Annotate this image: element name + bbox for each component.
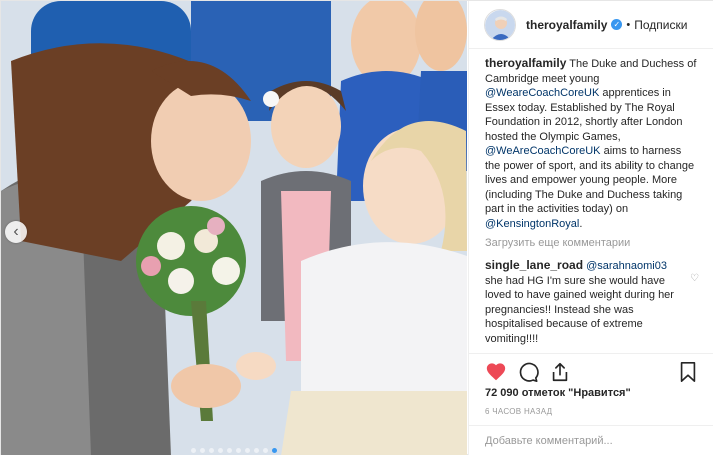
carousel-dot[interactable] <box>236 448 241 453</box>
action-bar <box>469 353 713 389</box>
carousel-dot[interactable] <box>227 448 232 453</box>
post-photo[interactable]: ‹ <box>1 1 467 455</box>
add-comment-bar <box>469 425 713 455</box>
caption-text: . <box>579 217 583 230</box>
avatar[interactable] <box>484 8 516 41</box>
follow-button[interactable]: Подписки <box>634 18 687 32</box>
header-username[interactable]: theroyalfamily <box>526 18 607 32</box>
post-side-panel: theroyalfamily ✓ • Подписки theroyalfami… <box>468 1 713 455</box>
carousel-dot[interactable] <box>209 448 214 453</box>
comment-input[interactable] <box>485 426 699 455</box>
mention-link[interactable]: @sarahnaomi03 <box>586 260 667 272</box>
share-icon[interactable] <box>549 361 571 383</box>
carousel-dots <box>1 448 467 453</box>
comment-text: she had HG I'm sure she would have loved… <box>485 274 674 345</box>
comment-item: single_lane_road @sarahnaomi03 she had H… <box>485 258 699 346</box>
mention-link[interactable]: @KensingtonRoyal <box>485 218 579 230</box>
post-timestamp[interactable]: 6 ЧАСОВ НАЗАД <box>485 407 552 416</box>
instagram-post: ‹ theroyalfamily ✓ • Подписки theroyalfa… <box>0 0 713 455</box>
verified-badge-icon: ✓ <box>611 19 623 30</box>
likes-count[interactable]: 72 090 отметок "Нравится" <box>485 387 631 399</box>
carousel-dot[interactable] <box>263 448 268 453</box>
post-header: theroyalfamily ✓ • Подписки <box>469 1 713 49</box>
carousel-dot[interactable] <box>191 448 196 453</box>
heart-icon[interactable] <box>485 361 507 383</box>
carousel-dot[interactable] <box>218 448 223 453</box>
comments-section: theroyalfamily The Duke and Duchess of C… <box>469 56 713 346</box>
carousel-dot[interactable] <box>254 448 259 453</box>
photo-illustration <box>1 1 467 455</box>
carousel-dot[interactable] <box>200 448 205 453</box>
carousel-dot[interactable] <box>245 448 250 453</box>
comment-username[interactable]: single_lane_road <box>485 258 583 272</box>
separator-dot: • <box>626 18 631 31</box>
mention-link[interactable]: @WeAreCoachCoreUK <box>485 145 601 157</box>
comment-icon[interactable] <box>517 361 539 383</box>
load-more-comments-button[interactable]: Загрузить еще комментарии <box>485 237 699 249</box>
post-caption: theroyalfamily The Duke and Duchess of C… <box>485 56 699 231</box>
carousel-dot-active[interactable] <box>272 448 277 453</box>
mention-link[interactable]: @WeareCoachCoreUK <box>485 87 599 99</box>
likes-number: 72 090 <box>485 387 519 399</box>
bookmark-icon[interactable] <box>677 361 699 383</box>
carousel-prev-button[interactable]: ‹ <box>5 221 27 243</box>
comment-like-icon[interactable]: ♡ <box>690 272 699 287</box>
likes-suffix: отметок "Нравится" <box>518 387 631 399</box>
caption-username[interactable]: theroyalfamily <box>485 56 566 70</box>
